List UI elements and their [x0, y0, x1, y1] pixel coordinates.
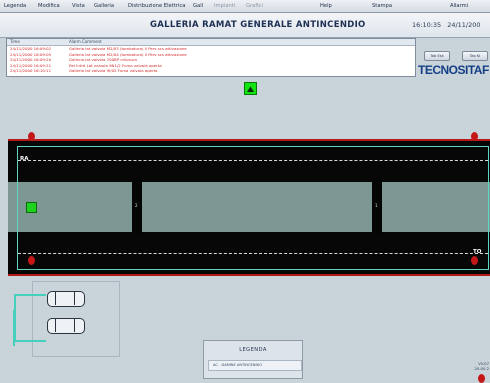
gate-2-label: 2	[135, 203, 138, 208]
alarm-time: 24/11/2000 16:10:11	[10, 68, 52, 74]
gate-1[interactable]: 1	[372, 179, 382, 235]
lane-label-left: RA	[20, 156, 29, 162]
menu-item-grafici[interactable]: Grafici	[246, 0, 263, 12]
clock-time: 16:10:35	[412, 21, 442, 29]
legend-entry[interactable]: AC - DAMINE ANTINCENDIO	[208, 360, 302, 371]
tab-kl-button[interactable]: Tab Kl	[462, 51, 488, 61]
valve-icon[interactable]	[478, 374, 485, 383]
alarm-list-header: Time Alarm Comment	[7, 39, 415, 46]
menu-item-gall[interactable]: Gall	[193, 0, 203, 12]
tab-esk-button[interactable]: Tab Esk	[424, 51, 450, 61]
alarm-col-message: Alarm Comment	[69, 39, 102, 44]
fire-station-icon[interactable]	[244, 82, 257, 95]
menu-item-galleria[interactable]: Galleria	[94, 0, 114, 12]
valve-icon[interactable]	[471, 256, 478, 265]
pipe-bottom	[8, 274, 490, 276]
legend-panel: LEGENDA AC - DAMINE ANTINCENDIO	[203, 340, 303, 379]
pipe-top	[8, 139, 490, 141]
menu-item-vista[interactable]: Vista	[72, 0, 85, 12]
menu-item-modifica[interactable]: Modifica	[38, 0, 60, 12]
corner-info: VV.07 20.00.2	[465, 361, 490, 371]
tank-pipe	[14, 294, 16, 340]
tank-pipe	[14, 340, 46, 342]
tank-pipe	[14, 294, 46, 296]
menu-item-legenda[interactable]: Legenda	[4, 0, 26, 12]
legend-title: LEGENDA	[239, 347, 267, 353]
alarm-message: Galleria lat valvola 9I/05 Fuma valvola …	[69, 68, 158, 74]
menu-item-stampa[interactable]: Stampa	[372, 0, 392, 12]
alarm-row[interactable]: 24/11/2000 16:10:11 Galleria lat valvola…	[7, 68, 415, 74]
alarm-list[interactable]: Time Alarm Comment 24/11/2000 16:09:02 G…	[6, 38, 416, 77]
gate-1-label: 1	[375, 203, 378, 208]
clock: 16:10:35 24/11/200	[412, 21, 481, 29]
tunnel-diagram: RA TO 2 1	[8, 132, 490, 282]
menu-item-distribuzione[interactable]: Distribuzione Elettrica	[128, 0, 185, 12]
valve-icon[interactable]	[28, 256, 35, 265]
page-title: GALLERIA RAMAT GENERALE ANTINCENDIO	[150, 20, 366, 30]
valve-icon[interactable]	[28, 132, 35, 141]
sensor-icon[interactable]	[26, 202, 37, 213]
alarm-col-time: Time	[10, 39, 20, 44]
menu-item-impianti[interactable]: Impianti	[214, 0, 235, 12]
clock-date: 24/11/200	[447, 21, 481, 29]
menu-item-help[interactable]: Help	[320, 0, 332, 12]
lane-label-right: TO	[473, 249, 482, 255]
tank-panel	[13, 281, 120, 357]
valve-icon[interactable]	[471, 132, 478, 141]
menu-bar: Legenda Modifica Vista Galleria Distribu…	[0, 0, 490, 13]
tunnel-outline	[17, 146, 489, 270]
title-bar: GALLERIA RAMAT GENERALE ANTINCENDIO 16:1…	[0, 13, 490, 38]
tank-icon[interactable]	[47, 291, 85, 307]
company-logo: TECNOSITAF	[418, 63, 489, 77]
tank-icon[interactable]	[47, 318, 85, 334]
corner-line-2: 20.00.2	[474, 366, 490, 371]
menu-item-allarmi[interactable]: Allarmi	[450, 0, 468, 12]
gate-2[interactable]: 2	[132, 179, 142, 235]
